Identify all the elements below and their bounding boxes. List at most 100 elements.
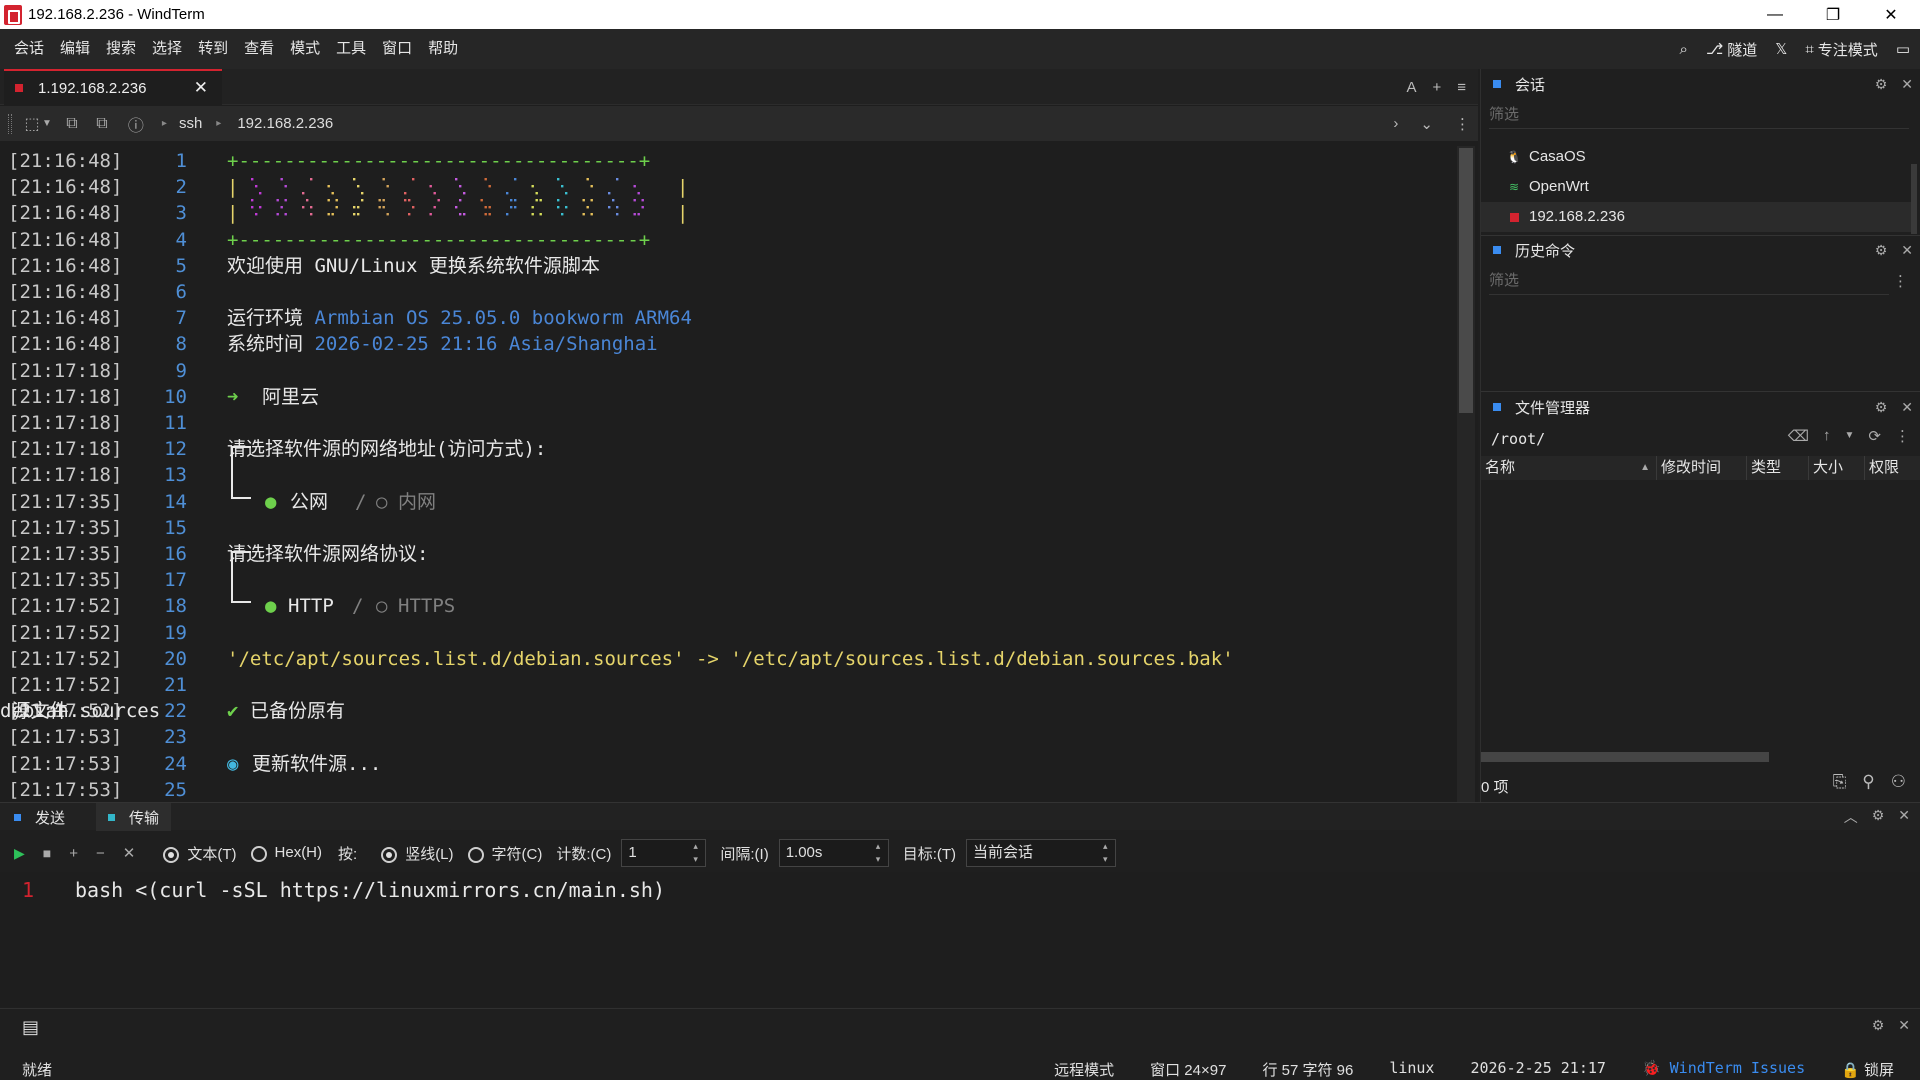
hex-mode-radio[interactable]: Hex(H) xyxy=(250,844,322,862)
new-session-icon[interactable]: ⬚ xyxy=(22,114,42,134)
option-sep: / xyxy=(352,595,364,618)
close-icon[interactable]: ✕ xyxy=(1901,399,1913,416)
text-mode-radio[interactable]: 文本(T) xyxy=(163,843,237,864)
gear-icon[interactable]: ⚙ xyxy=(1872,807,1885,827)
chevron-up-icon[interactable]: ︿ xyxy=(1844,807,1858,827)
minimize-button[interactable]: — xyxy=(1746,0,1804,29)
char-mode-radio[interactable]: 字符(C) xyxy=(467,843,542,864)
close-tab-icon[interactable]: ✕ xyxy=(194,78,208,98)
terminal-scrollbar-thumb[interactable] xyxy=(1459,148,1473,413)
restore-button[interactable]: ❐ xyxy=(1804,0,1862,29)
status-cursor-position[interactable]: 行 57 字符 96 xyxy=(1262,1059,1353,1080)
refresh-icon[interactable]: ⟳ xyxy=(1868,427,1881,445)
arrow-up-icon[interactable]: ↑ xyxy=(1823,427,1831,445)
status-ready: 就绪 xyxy=(22,1062,53,1079)
target-select[interactable]: 当前会话 xyxy=(966,839,1117,867)
menu-edit[interactable]: 编辑 xyxy=(52,29,98,69)
more-options-icon[interactable]: ⋮ xyxy=(1455,115,1470,133)
gear-icon[interactable]: ⚙ xyxy=(1875,399,1888,416)
menu-select[interactable]: 选择 xyxy=(144,29,190,69)
selected-dot-icon: ● xyxy=(265,595,277,618)
duplicate-session-icon[interactable]: ⧉ xyxy=(62,114,82,134)
bottom-panel-tabs: 发送 传输 ︿ ⚙ ✕ xyxy=(0,802,1920,831)
sessions-filter-input[interactable]: 筛选 xyxy=(1489,101,1909,129)
file-list-hscrollbar[interactable] xyxy=(1481,752,1769,762)
session-tab[interactable]: 1.192.168.2.236 ✕ xyxy=(4,69,222,105)
session-item-openwrt[interactable]: ≋ OpenWrt xyxy=(1481,172,1911,202)
open-folder-icon[interactable]: ⎘ xyxy=(1833,772,1847,792)
font-size-icon[interactable]: A xyxy=(1406,79,1416,96)
more-options-icon[interactable]: ⋮ xyxy=(1895,427,1910,445)
user-sync-icon[interactable]: ⚇ xyxy=(1891,772,1906,792)
more-options-icon[interactable]: ⋮ xyxy=(1893,272,1908,290)
close-window-button[interactable]: ✕ xyxy=(1862,0,1920,29)
search-icon[interactable]: ⌕ xyxy=(1680,41,1688,58)
column-name[interactable]: 名称 ▲ xyxy=(1481,456,1657,480)
lock-screen-button[interactable]: 🔒 锁屏 xyxy=(1841,1059,1894,1080)
clear-input-icon[interactable]: ⌫ xyxy=(1788,427,1809,445)
address-host[interactable]: 192.168.2.236 xyxy=(237,115,333,132)
close-icon[interactable]: ✕ xyxy=(1898,1017,1910,1034)
interval-stepper[interactable]: 1.00s xyxy=(778,839,889,867)
menu-tools[interactable]: 工具 xyxy=(328,29,374,69)
x-icon[interactable]: 𝕏 xyxy=(1775,40,1787,58)
logo-bar: | xyxy=(677,176,689,199)
status-remote-mode[interactable]: 远程模式 xyxy=(1054,1059,1114,1080)
target-select-value: 当前会话 xyxy=(973,844,1034,861)
close-icon[interactable]: ✕ xyxy=(1901,242,1913,259)
remove-icon[interactable]: − xyxy=(96,845,105,862)
history-filter-input[interactable]: 筛选 xyxy=(1489,267,1889,295)
close-icon[interactable]: ✕ xyxy=(1901,76,1913,93)
file-manager-path-input[interactable]: /root/ xyxy=(1491,430,1545,448)
location-pin-icon[interactable]: ⚲ xyxy=(1862,772,1874,792)
clear-icon[interactable]: ✕ xyxy=(123,844,136,862)
tab-send[interactable]: 发送 xyxy=(14,803,65,831)
address-protocol[interactable]: ssh xyxy=(179,115,202,132)
menu-view[interactable]: 查看 xyxy=(236,29,282,69)
history-panel-title: 历史命令 xyxy=(1515,242,1576,260)
tab-transfer[interactable]: 传输 xyxy=(96,803,172,831)
menu-search[interactable]: 搜索 xyxy=(98,29,144,69)
new-tab-icon[interactable]: + xyxy=(1432,79,1441,96)
column-permissions[interactable]: 权限 xyxy=(1865,456,1920,480)
notes-icon[interactable]: ▤ xyxy=(22,1017,39,1038)
send-command-text[interactable]: bash <(curl -sSL https://linuxmirrors.cn… xyxy=(75,878,665,902)
focus-mode-button[interactable]: ⌗ 专注模式 xyxy=(1805,39,1877,60)
column-modified[interactable]: 修改时间 xyxy=(1657,456,1747,480)
session-item-casaos[interactable]: 🐧 CasaOS xyxy=(1481,142,1911,172)
chevron-down-icon[interactable]: ▼ xyxy=(1845,427,1855,445)
column-type[interactable]: 类型 xyxy=(1747,456,1809,480)
menu-help[interactable]: 帮助 xyxy=(420,29,466,69)
tab-menu-icon[interactable]: ≡ xyxy=(1457,79,1466,96)
terminal-output[interactable]: [21:16:48] 1 +----------------------------… xyxy=(0,146,1455,802)
chevron-down-icon[interactable]: ⌄ xyxy=(1420,115,1433,133)
add-icon[interactable]: + xyxy=(69,845,78,862)
check-icon: ✔ xyxy=(227,700,239,723)
column-size[interactable]: 大小 xyxy=(1809,456,1865,480)
terminal-line: [21:17:52] 20 '/etc/apt/sources.list.d/deb… xyxy=(0,646,1455,672)
layout-icon[interactable]: ▭ xyxy=(1896,40,1910,58)
menu-session[interactable]: 会话 xyxy=(6,29,52,69)
tunnel-button[interactable]: ⎇ 隧道 xyxy=(1706,39,1757,60)
stop-icon[interactable]: ■ xyxy=(43,845,51,861)
send-editor[interactable]: 1 bash <(curl -sSL https://linuxmirrors.… xyxy=(0,872,1920,1007)
close-icon[interactable]: ✕ xyxy=(1898,807,1910,827)
gear-icon[interactable]: ⚙ xyxy=(1872,1017,1885,1034)
line-timestamp: [21:17:18] xyxy=(8,412,123,434)
line-mode-radio[interactable]: 竖线(L) xyxy=(381,843,454,864)
count-stepper[interactable]: 1 xyxy=(621,839,707,867)
copy-session-icon[interactable]: ⧉ xyxy=(92,114,112,134)
gear-icon[interactable]: ⚙ xyxy=(1875,242,1888,259)
session-item-192-168-2-236[interactable]: 192.168.2.236 xyxy=(1481,202,1911,232)
chevron-right-icon[interactable]: › xyxy=(1393,115,1398,133)
sessions-scrollbar[interactable] xyxy=(1911,164,1917,234)
menu-window[interactable]: 窗口 xyxy=(374,29,420,69)
dropdown-arrow-icon[interactable]: ▼ xyxy=(42,118,52,129)
menu-goto[interactable]: 转到 xyxy=(190,29,236,69)
gear-icon[interactable]: ⚙ xyxy=(1875,76,1888,93)
windterm-issues-link[interactable]: 🐞 WindTerm Issues xyxy=(1642,1059,1805,1080)
info-icon[interactable]: ⓘ xyxy=(126,114,146,135)
menu-mode[interactable]: 模式 xyxy=(282,29,328,69)
drag-handle[interactable] xyxy=(8,113,12,134)
play-icon[interactable]: ▶ xyxy=(14,845,25,862)
